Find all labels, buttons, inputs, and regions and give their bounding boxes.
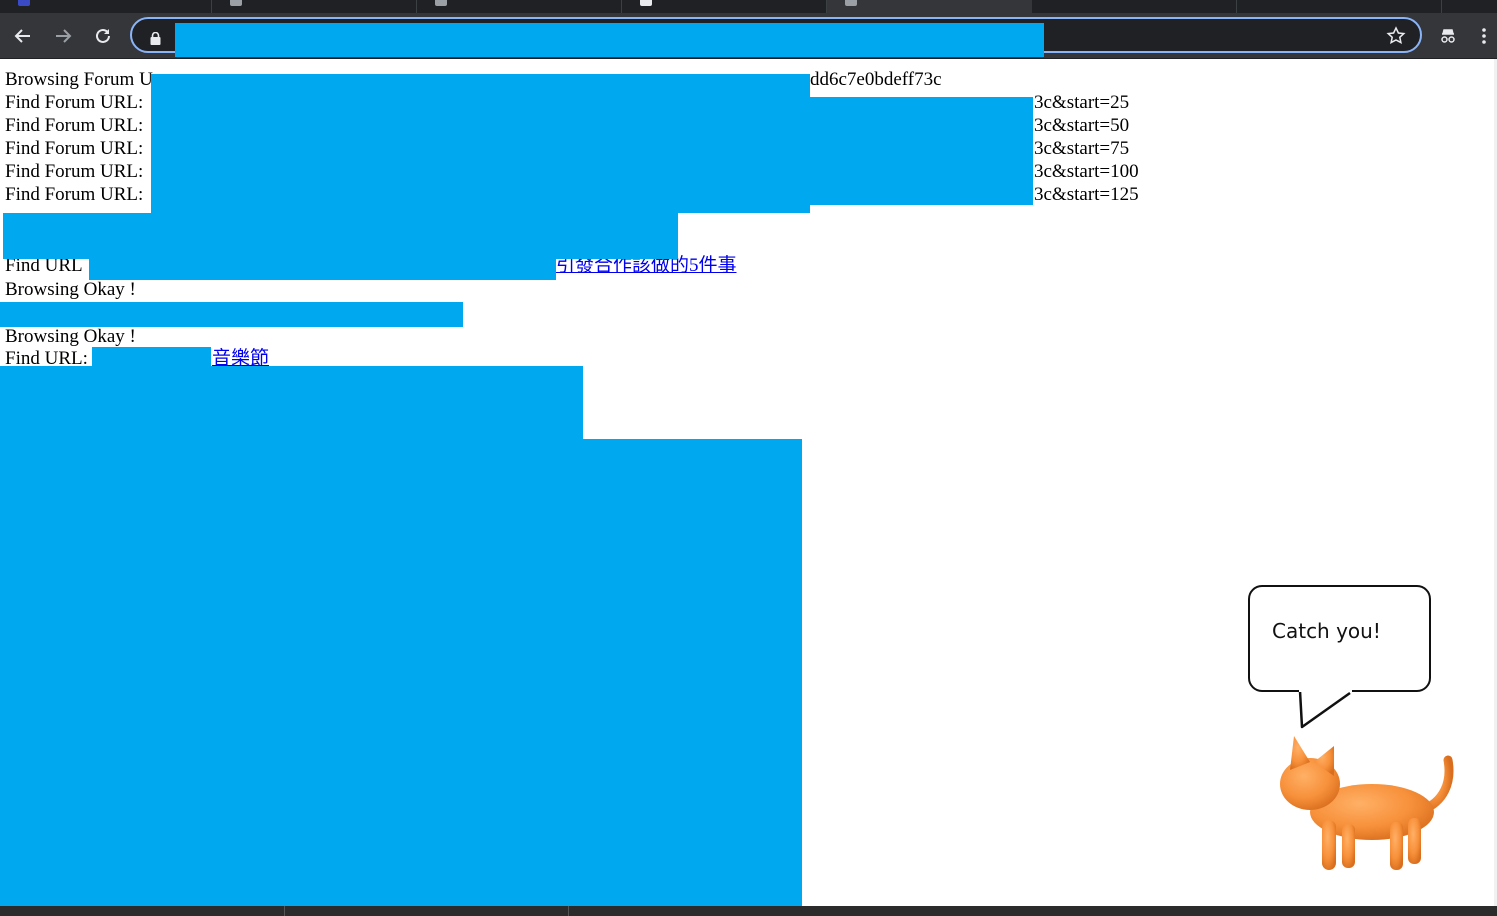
log-line: Find Forum URL: (5, 161, 143, 183)
lock-icon (150, 30, 161, 49)
arrow-right-icon (56, 29, 72, 43)
log-line: Find Forum URL: (5, 92, 143, 114)
tab-favicon (435, 0, 447, 6)
speech-bubble-tail (1298, 688, 1352, 729)
log-line: Find Forum URL: (5, 115, 143, 137)
redaction-block (151, 74, 810, 213)
browsing-status: Browsing Okay ! (5, 279, 136, 300)
log-line: Find Forum URL: (5, 138, 143, 160)
arrow-left-icon (14, 29, 30, 43)
log-prefix: Find Forum URL: (5, 92, 144, 113)
redaction-block (810, 97, 1033, 205)
log-tail: 3c&start=50 (1034, 115, 1130, 136)
log-tail: 3c&start=25 (1034, 92, 1130, 113)
taskbar-separator (568, 906, 569, 916)
redaction-block (0, 439, 802, 910)
browser-tab-active[interactable] (827, 0, 1032, 13)
speech-bubble: Catch you! (1248, 585, 1431, 692)
star-icon[interactable] (1386, 26, 1406, 50)
browser-tab[interactable] (212, 0, 417, 13)
browser-tab[interactable] (1032, 0, 1237, 13)
browser-tab[interactable] (1237, 0, 1442, 13)
log-tail: 3c&start=125 (1034, 184, 1139, 205)
log-prefix: Find Forum URL: (5, 138, 144, 159)
browser-tab[interactable] (622, 0, 827, 13)
log-prefix: Find Forum URL: (5, 184, 144, 205)
browsing-status: Browsing Okay ! (5, 326, 136, 347)
incognito-button[interactable] (1433, 21, 1463, 51)
reload-icon (96, 28, 110, 43)
tab-strip (0, 0, 1497, 13)
redacted-url (175, 23, 1044, 57)
redaction-block (0, 302, 463, 327)
browser-toolbar (0, 13, 1497, 59)
browser-tab[interactable] (0, 0, 212, 13)
tab-favicon (640, 0, 652, 6)
reload-button[interactable] (88, 21, 118, 51)
browser-tab[interactable] (417, 0, 622, 13)
taskbar-strip (0, 906, 1497, 916)
tab-favicon (845, 0, 857, 6)
log-tail: dd6c7e0bdeff73c (810, 69, 942, 90)
cat-mascot[interactable] (1272, 732, 1457, 878)
back-button[interactable] (8, 21, 38, 51)
log-prefix: Browsing Forum U (5, 69, 153, 90)
tab-favicon (18, 0, 30, 6)
kebab-menu-icon (1482, 28, 1486, 44)
log-line: Find Forum URL: (5, 184, 143, 206)
log-prefix: Find Forum URL: (5, 115, 144, 136)
speech-bubble-text: Catch you! (1272, 619, 1381, 643)
redaction-block (3, 213, 678, 259)
redaction-block (0, 366, 583, 439)
log-line: Browsing Forum U (5, 69, 153, 91)
log-tail: 3c&start=75 (1034, 138, 1130, 159)
redaction-block (89, 259, 556, 280)
forward-button[interactable] (48, 21, 78, 51)
tab-favicon (230, 0, 242, 6)
log-prefix: Find Forum URL: (5, 161, 144, 182)
log-tail: 3c&start=100 (1034, 161, 1139, 182)
taskbar-separator (284, 906, 285, 916)
incognito-icon (1441, 29, 1455, 43)
menu-button[interactable] (1474, 21, 1494, 51)
redaction-block (92, 347, 211, 366)
